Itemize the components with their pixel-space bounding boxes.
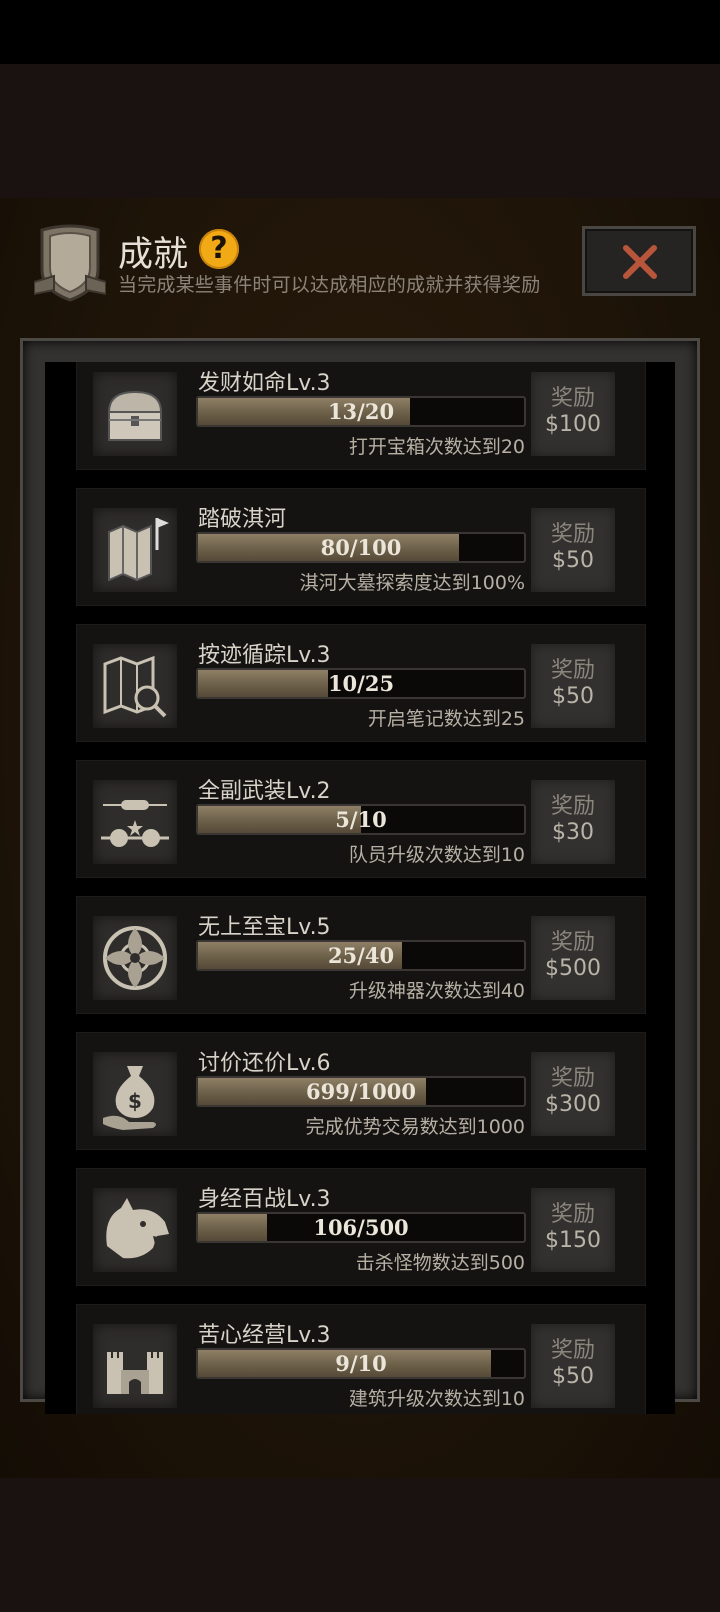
svg-text:$: $ xyxy=(128,1089,142,1113)
achievement-description: 建筑升级次数达到10 xyxy=(348,1388,525,1410)
reward-button[interactable]: 奖励 $100 xyxy=(531,372,615,456)
achievement-card: 按迹循踪Lv.3 10/25 开启笔记数达到25 奖励 $50 xyxy=(76,624,646,742)
reward-label: 奖励 xyxy=(550,522,595,547)
reward-label: 奖励 xyxy=(550,1338,595,1363)
progress-bar: 5/10 xyxy=(196,804,526,835)
achievement-card: 发财如命Lv.3 13/20 打开宝箱次数达到20 奖励 $100 xyxy=(76,362,646,470)
reward-amount: $30 xyxy=(552,820,594,845)
help-icon[interactable]: ? xyxy=(199,229,239,269)
reward-label: 奖励 xyxy=(550,930,595,955)
close-button[interactable] xyxy=(582,226,696,296)
achievement-card: 全副武装Lv.2 5/10 队员升级次数达到10 奖励 $30 xyxy=(76,760,646,878)
progress-bar: 10/25 xyxy=(196,668,526,699)
achievement-description: 队员升级次数达到10 xyxy=(348,844,525,866)
reward-button[interactable]: 奖励 $50 xyxy=(531,644,615,728)
reward-button[interactable]: 奖励 $30 xyxy=(531,780,615,864)
reward-label: 奖励 xyxy=(550,1066,595,1091)
achievement-name: 无上至宝Lv.5 xyxy=(198,915,331,940)
achievement-list[interactable]: 发财如命Lv.3 13/20 打开宝箱次数达到20 奖励 $100 踏破淇河 8… xyxy=(45,362,675,1414)
reward-amount: $50 xyxy=(552,548,594,573)
achievement-name: 苦心经营Lv.3 xyxy=(198,1323,331,1348)
artifact-emblem-icon xyxy=(93,916,177,1000)
shield-emblem-icon xyxy=(33,224,107,302)
reward-label: 奖励 xyxy=(550,1202,595,1227)
reward-amount: $50 xyxy=(552,684,594,709)
achievement-description: 淇河大墓探索度达到100% xyxy=(299,572,525,594)
map-flag-icon xyxy=(93,508,177,592)
achievement-name: 按迹循踪Lv.3 xyxy=(198,643,331,668)
progress-text: 80/100 xyxy=(320,535,402,560)
reward-amount: $50 xyxy=(552,1364,594,1389)
reward-button[interactable]: 奖励 $150 xyxy=(531,1188,615,1272)
progress-text: 5/10 xyxy=(335,807,387,832)
reward-label: 奖励 xyxy=(550,794,595,819)
achievement-description: 打开宝箱次数达到20 xyxy=(348,436,525,458)
treasure-chest-icon xyxy=(93,372,177,456)
achievement-description: 开启笔记数达到25 xyxy=(367,708,525,730)
reward-button[interactable]: 奖励 $300 xyxy=(531,1052,615,1136)
reward-amount: $100 xyxy=(545,412,601,437)
reward-button[interactable]: 奖励 $500 xyxy=(531,916,615,1000)
achievement-card: $ 讨价还价Lv.6 699/1000 完成优势交易数达到1000 奖励 $30… xyxy=(76,1032,646,1150)
achievement-name: 身经百战Lv.3 xyxy=(198,1187,331,1212)
progress-bar: 699/1000 xyxy=(196,1076,526,1107)
reward-label: 奖励 xyxy=(550,658,595,683)
rank-badge-icon xyxy=(93,780,177,864)
dimmed-backdrop-top[interactable] xyxy=(0,64,720,198)
progress-text: 10/25 xyxy=(327,671,395,696)
achievement-card: 苦心经营Lv.3 9/10 建筑升级次数达到10 奖励 $50 xyxy=(76,1304,646,1414)
achievement-description: 完成优势交易数达到1000 xyxy=(305,1116,525,1138)
achievement-name: 踏破淇河 xyxy=(198,507,287,532)
progress-text: 699/1000 xyxy=(306,1079,416,1104)
castle-icon xyxy=(93,1324,177,1408)
progress-bar: 25/40 xyxy=(196,940,526,971)
progress-text: 106/500 xyxy=(313,1215,409,1240)
progress-bar: 106/500 xyxy=(196,1212,526,1243)
reward-button[interactable]: 奖励 $50 xyxy=(531,1324,615,1408)
status-bar xyxy=(0,0,720,64)
reward-label: 奖励 xyxy=(550,386,595,411)
progress-bar: 13/20 xyxy=(196,396,526,427)
achievement-name: 发财如命Lv.3 xyxy=(198,371,331,396)
progress-text: 9/10 xyxy=(335,1351,387,1376)
map-search-icon xyxy=(93,644,177,728)
dimmed-backdrop-bottom[interactable] xyxy=(0,1478,720,1612)
achievement-name: 讨价还价Lv.6 xyxy=(198,1051,331,1076)
progress-text: 25/40 xyxy=(327,943,395,968)
achievement-name: 全副武装Lv.2 xyxy=(198,779,331,804)
reward-amount: $150 xyxy=(545,1228,601,1253)
page-subtitle: 当完成某些事件时可以达成相应的成就并获得奖励 xyxy=(118,274,541,296)
achievement-description: 升级神器次数达到40 xyxy=(348,980,525,1002)
achievement-card: 身经百战Lv.3 106/500 击杀怪物数达到500 奖励 $150 xyxy=(76,1168,646,1286)
money-bag-icon: $ xyxy=(93,1052,177,1136)
wolf-head-icon xyxy=(93,1188,177,1272)
progress-text: 13/20 xyxy=(327,399,395,424)
close-icon xyxy=(623,245,657,279)
reward-button[interactable]: 奖励 $50 xyxy=(531,508,615,592)
progress-bar: 9/10 xyxy=(196,1348,526,1379)
reward-amount: $500 xyxy=(545,956,601,981)
achievement-description: 击杀怪物数达到500 xyxy=(355,1252,525,1274)
achievement-card: 无上至宝Lv.5 25/40 升级神器次数达到40 奖励 $500 xyxy=(76,896,646,1014)
reward-amount: $300 xyxy=(545,1092,601,1117)
progress-bar: 80/100 xyxy=(196,532,526,563)
achievement-card: 踏破淇河 80/100 淇河大墓探索度达到100% 奖励 $50 xyxy=(76,488,646,606)
